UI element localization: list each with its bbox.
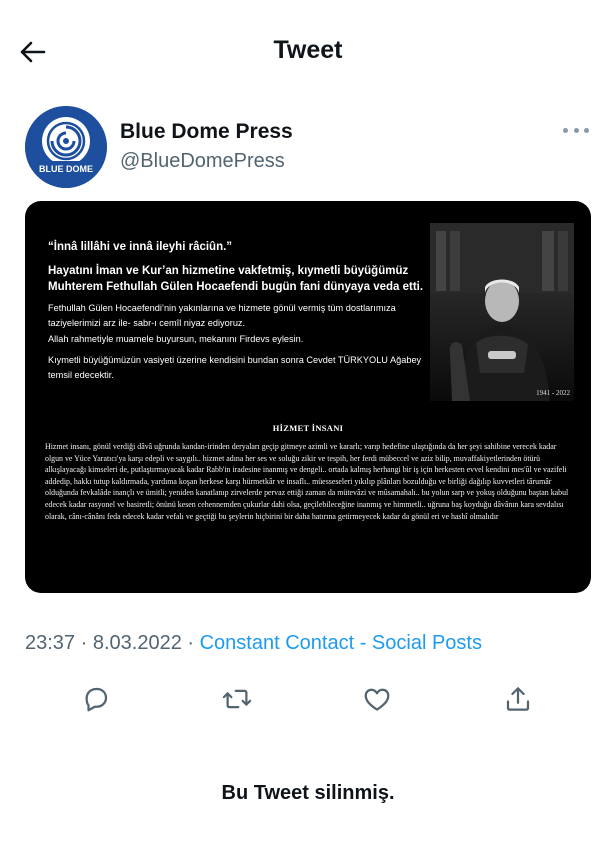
- media-quote: “İnnâ lillâhi ve innâ ileyhi râciûn.”: [48, 241, 233, 253]
- retweet-icon: [222, 689, 252, 709]
- author-name[interactable]: Blue Dome Press: [120, 120, 293, 144]
- meta-separator: ·: [75, 632, 93, 654]
- tweet-source-link[interactable]: Constant Contact - Social Posts: [200, 632, 482, 654]
- avatar[interactable]: BLUE DOME: [25, 106, 107, 188]
- like-icon: [364, 688, 390, 711]
- more-dot-icon: [563, 127, 568, 133]
- page-title: Tweet: [273, 36, 343, 64]
- media-paragraph-2: Fethullah Gülen Hocaefendi’nin yakınları…: [48, 303, 396, 328]
- author-handle[interactable]: @BlueDomePress: [120, 150, 285, 173]
- blue-dome-logo-icon: BLUE DOME: [25, 106, 107, 188]
- tweet-meta: 23:37 · 8.03.2022 · Constant Contact - S…: [25, 632, 482, 655]
- tweet-time[interactable]: 23:37: [25, 632, 75, 654]
- share-icon: [506, 687, 530, 711]
- reply-icon: [85, 687, 108, 712]
- portrait-silhouette-icon: [430, 223, 574, 401]
- tweet-date[interactable]: 8.03.2022: [93, 632, 182, 654]
- reply-button[interactable]: [79, 682, 113, 716]
- tweet-author: BLUE DOME Blue Dome Press @BlueDomePress: [25, 106, 591, 190]
- media-heading: HİZMET İNSANI: [272, 423, 344, 433]
- tweet-actions-bar: [25, 680, 591, 720]
- portrait-photo: [430, 223, 574, 401]
- more-dot-icon: [584, 127, 589, 133]
- share-button[interactable]: [501, 682, 535, 716]
- tweet-media-image[interactable]: “İnnâ lillâhi ve innâ ileyhi râciûn.” Ha…: [25, 201, 591, 593]
- more-dot-icon: [573, 127, 579, 133]
- meta-separator: ·: [181, 632, 200, 654]
- tweet-deleted-notice: Bu Tweet silinmiş.: [221, 782, 395, 804]
- like-button[interactable]: [360, 682, 394, 716]
- media-years: 1941 - 2022: [536, 389, 570, 397]
- avatar-logo-text: BLUE DOME: [39, 164, 93, 174]
- media-paragraph-1: Hayatını İman ve Kur’an hizmetine vakfet…: [48, 265, 424, 293]
- top-bar: Tweet: [0, 0, 616, 100]
- media-body-text: Hizmet insanı, gönül verdiği dâvâ uğrund…: [45, 442, 569, 521]
- more-options-button[interactable]: [563, 122, 589, 138]
- media-paragraph-3: Allah rahmetiyle muamele buyursun, mekan…: [48, 334, 304, 344]
- media-paragraph-4: Kıymetli büyüğümüzün vasiyeti üzerine ke…: [48, 355, 422, 380]
- retweet-button[interactable]: [220, 682, 254, 716]
